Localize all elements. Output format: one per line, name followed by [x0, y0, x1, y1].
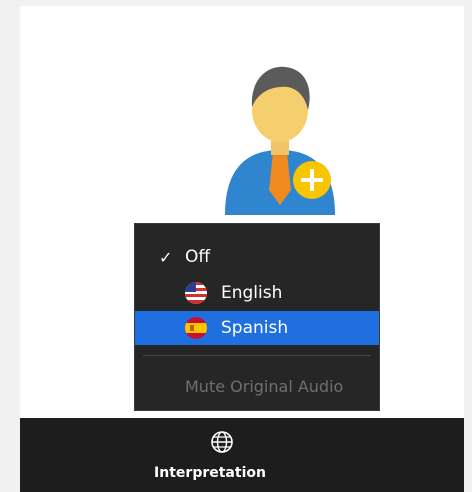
menu-item-off[interactable]: ✓ Off: [135, 240, 379, 274]
us-flag-icon: [185, 282, 207, 304]
menu-item-label: Spanish: [221, 318, 289, 338]
spain-flag-icon: [185, 317, 207, 339]
interpretation-label: Interpretation: [154, 465, 266, 481]
menu-item-label: Off: [185, 247, 211, 267]
check-icon: ✓: [159, 247, 173, 267]
globe-icon: [211, 431, 233, 453]
menu-item-label: Mute Original Audio: [185, 376, 344, 396]
menu-divider: [143, 355, 371, 356]
interpretation-menu: ✓ Off English Spanish Mute Original Audi…: [134, 223, 380, 411]
menu-item-english[interactable]: English: [135, 276, 379, 310]
menu-item-mute-original-audio[interactable]: Mute Original Audio: [135, 369, 379, 403]
menu-item-spanish[interactable]: Spanish: [135, 311, 379, 345]
meeting-toolbar: Interpretation: [20, 418, 464, 492]
menu-item-label: English: [221, 283, 283, 303]
add-participant-avatar-icon[interactable]: [215, 55, 345, 220]
